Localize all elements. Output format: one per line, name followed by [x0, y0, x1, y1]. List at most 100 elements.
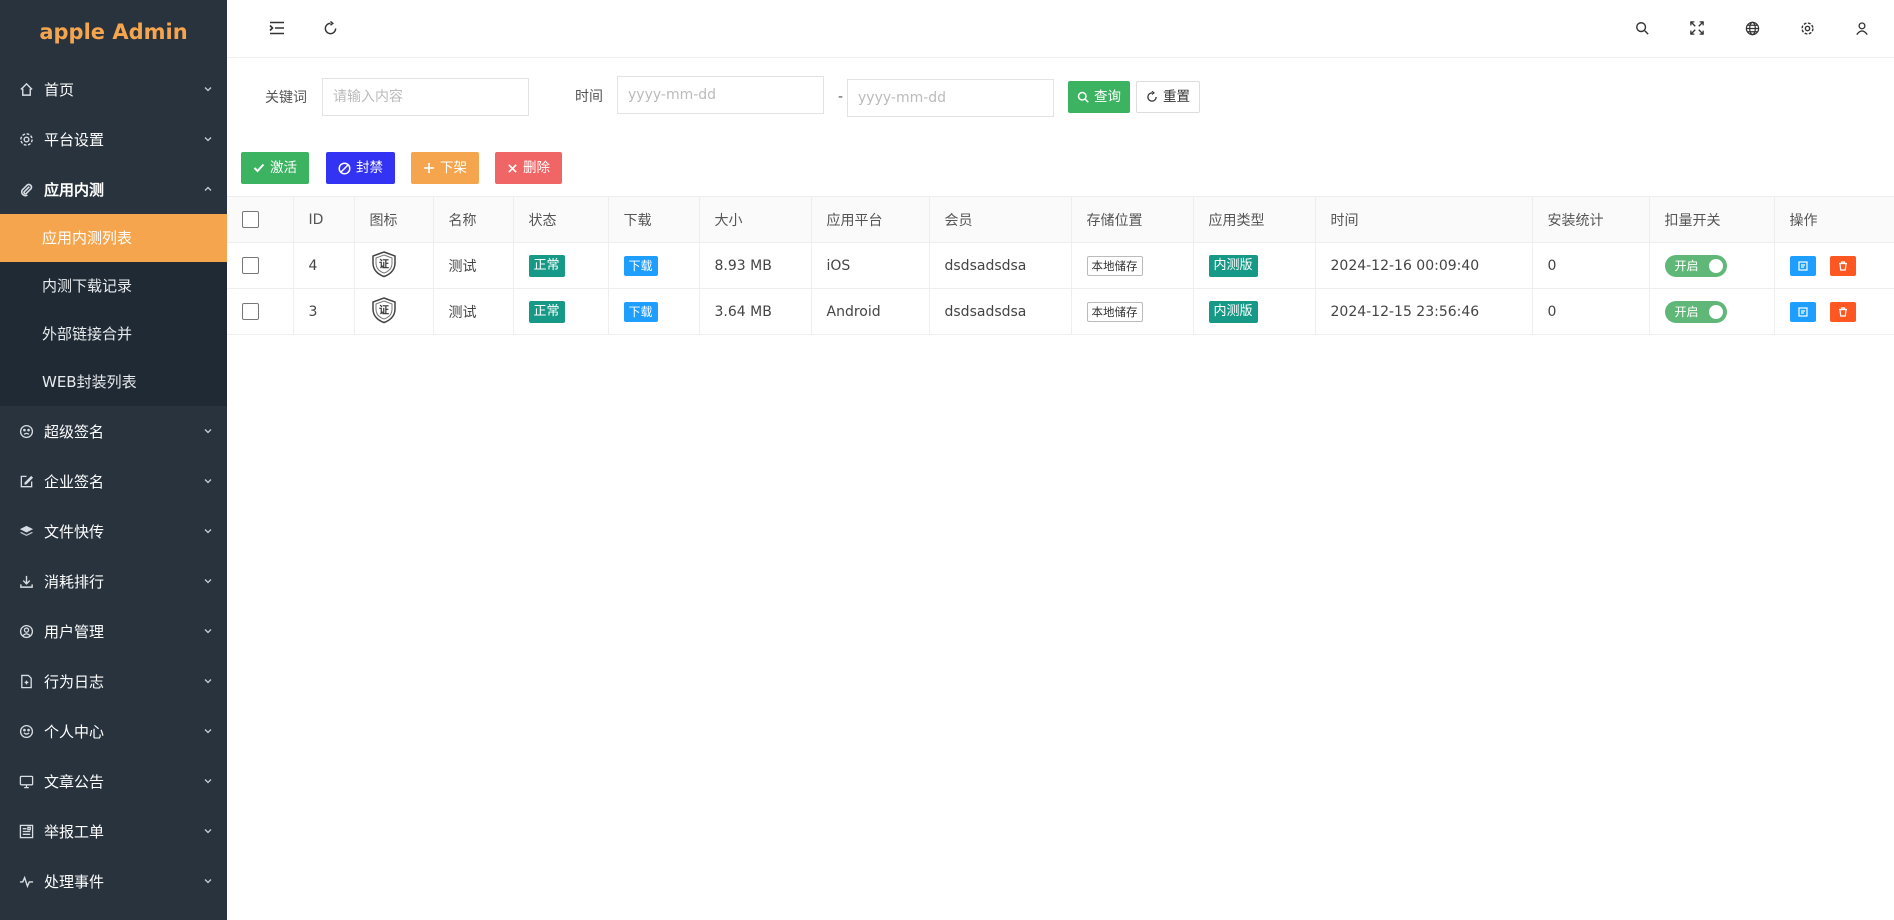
chevron-up-icon [203, 184, 213, 194]
sidebar-subitem-app-beta-list[interactable]: 应用内测列表 [0, 214, 227, 262]
cell-name: 测试 [433, 288, 514, 335]
sidebar-item-behavior-log[interactable]: 行为日志 [0, 656, 227, 706]
top-bar [227, 0, 1894, 58]
column-header: ID [293, 196, 355, 243]
edit-icon [18, 473, 34, 489]
ban-button-label: 封禁 [356, 160, 383, 176]
sidebar-item-label: 个人中心 [44, 722, 105, 741]
table-row: 3 证 测试 正常 下载 3.64 MB Android dsdsadsdsa … [227, 288, 1894, 335]
keyword-label: 关键词 [265, 90, 307, 106]
settings-icon[interactable] [1796, 17, 1818, 39]
chevron-down-icon [203, 526, 213, 536]
edit-button[interactable] [1789, 255, 1816, 276]
cell-installs: 0 [1532, 242, 1650, 289]
app-table: ID 图标 名称 状态 下载 大小 应用平台 会员 存储位置 应用类型 时间 安… [227, 196, 1894, 335]
smile-icon [18, 723, 34, 739]
time-label: 时间 [575, 89, 603, 105]
sidebar-subitem-beta-download-records[interactable]: 内测下载记录 [0, 262, 227, 310]
cell-time: 2024-12-16 00:09:40 [1315, 242, 1533, 289]
ban-button[interactable]: 封禁 [326, 152, 395, 184]
storage-badge: 本地储存 [1086, 255, 1143, 276]
column-header: 扣量开关 [1649, 196, 1775, 243]
sidebar-item-label: 消耗排行 [44, 572, 105, 591]
app-certificate-icon: 证 [371, 296, 396, 323]
sidebar-item-app-beta[interactable]: 应用内测 [0, 164, 227, 214]
status-badge: 正常 [528, 254, 565, 277]
keyword-input[interactable]: 请输入内容 [322, 78, 529, 116]
chevron-down-icon [203, 726, 213, 736]
user-icon[interactable] [1851, 17, 1873, 39]
column-header: 应用类型 [1193, 196, 1316, 243]
cell-type: 内测版 [1193, 288, 1316, 335]
sidebar: apple Admin 首页 平台设置 应用内测 应用内测列表 内测下载记录 外… [0, 0, 227, 920]
date-from-input[interactable]: yyyy-mm-dd [617, 76, 824, 114]
download-link[interactable]: 下载 [623, 255, 658, 276]
cell-actions [1774, 288, 1894, 335]
delete-button[interactable]: 删除 [495, 152, 562, 184]
layers-icon [18, 523, 34, 539]
chevron-down-icon [203, 676, 213, 686]
sidebar-item-file-transfer[interactable]: 文件快传 [0, 506, 227, 556]
sidebar-subitem-web-wrapper-list[interactable]: WEB封装列表 [0, 358, 227, 406]
activate-button[interactable]: 激活 [241, 152, 309, 184]
sidebar-item-platform-settings[interactable]: 平台设置 [0, 114, 227, 164]
sidebar-item-handle-events[interactable]: 处理事件 [0, 856, 227, 906]
refresh-icon [1147, 91, 1157, 102]
sidebar-item-personal-center[interactable]: 个人中心 [0, 706, 227, 756]
paperclip-icon [18, 181, 34, 197]
sidebar-item-user-management[interactable]: 用户管理 [0, 606, 227, 656]
column-header: 状态 [513, 196, 609, 243]
sidebar-item-enterprise-sign[interactable]: 企业签名 [0, 456, 227, 506]
sidebar-item-super-sign[interactable]: 超级签名 [0, 406, 227, 456]
sidebar-item-label: 文章公告 [44, 772, 105, 791]
table-row: 4 证 测试 正常 下载 8.93 MB iOS dsdsadsdsa 本地储存… [227, 242, 1894, 289]
query-button[interactable]: 查询 [1068, 81, 1130, 113]
column-header: 下载 [608, 196, 700, 243]
chevron-down-icon [203, 826, 213, 836]
column-header: 时间 [1315, 196, 1533, 243]
cell-icon: 证 [354, 288, 434, 335]
row-checkbox[interactable] [242, 303, 259, 320]
user-circle-icon [18, 623, 34, 639]
search-form: 关键词 请输入内容 时间 yyyy-mm-dd - yyyy-mm-dd 查询 … [227, 58, 1894, 138]
check-icon [253, 163, 265, 173]
cell-switch: 开启 [1649, 288, 1775, 335]
storage-badge: 本地储存 [1086, 301, 1143, 322]
cell-storage: 本地储存 [1071, 288, 1194, 335]
select-all-checkbox[interactable] [242, 211, 259, 228]
row-checkbox[interactable] [242, 257, 259, 274]
sidebar-item-report-tickets[interactable]: 举报工单 [0, 806, 227, 856]
report-icon [18, 823, 34, 839]
unlist-button[interactable]: 下架 [411, 152, 479, 184]
delete-row-button[interactable] [1829, 301, 1856, 322]
download-link[interactable]: 下载 [623, 301, 658, 322]
reset-button[interactable]: 重置 [1136, 81, 1200, 113]
column-header: 名称 [433, 196, 514, 243]
globe-icon[interactable] [1741, 17, 1763, 39]
delete-button-label: 删除 [523, 160, 550, 176]
sidebar-item-consumption-ranking[interactable]: 消耗排行 [0, 556, 227, 606]
cell-installs: 0 [1532, 288, 1650, 335]
row-select-cell [227, 242, 294, 289]
date-to-input[interactable]: yyyy-mm-dd [847, 79, 1054, 117]
sidebar-item-label: 企业签名 [44, 472, 105, 491]
sidebar-item-home[interactable]: 首页 [0, 64, 227, 114]
reset-button-label: 重置 [1163, 89, 1190, 105]
search-icon[interactable] [1631, 17, 1653, 39]
cell-id: 3 [293, 288, 355, 335]
deduct-switch[interactable]: 开启 [1664, 254, 1727, 277]
app-logo-title: apple Admin [39, 20, 188, 44]
menu-fold-icon[interactable] [266, 17, 288, 39]
sidebar-item-articles[interactable]: 文章公告 [0, 756, 227, 806]
sidebar-subitem-external-link-merge[interactable]: 外部链接合并 [0, 310, 227, 358]
sidebar-item-label: 平台设置 [44, 130, 105, 149]
sidebar-item-label: 文件快传 [44, 522, 105, 541]
fullscreen-icon[interactable] [1686, 17, 1708, 39]
cell-time: 2024-12-15 23:56:46 [1315, 288, 1533, 335]
edit-button[interactable] [1789, 301, 1816, 322]
delete-row-button[interactable] [1829, 255, 1856, 276]
deduct-switch[interactable]: 开启 [1664, 300, 1727, 323]
ban-icon [338, 161, 351, 175]
refresh-icon[interactable] [319, 17, 341, 39]
edit-icon [1797, 306, 1808, 317]
